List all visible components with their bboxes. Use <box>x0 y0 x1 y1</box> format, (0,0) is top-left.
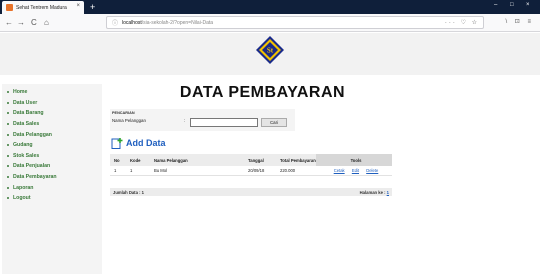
site-logo: St <box>256 36 284 64</box>
bullet-icon <box>7 144 9 147</box>
cell-nama: Bu Mol <box>150 166 244 176</box>
bullet-icon <box>7 186 9 189</box>
browser-tab-bar: Sehat Tentrem Madura × + – □ × <box>0 0 540 14</box>
bullet-icon <box>7 197 9 200</box>
table-row: 1 1 Bu Mol 20/09/18 220.000 Cetak Edit D… <box>110 166 392 176</box>
sidebar-item-label: Data Pembayaran <box>13 174 57 181</box>
bullet-icon <box>7 154 9 157</box>
new-tab-button[interactable]: + <box>90 1 95 13</box>
sidebar-item-label: Laporan <box>13 184 34 191</box>
cell-tanggal: 20/09/18 <box>244 166 276 176</box>
sidebar-item-data-pembayaran[interactable]: Data Pembayaran <box>2 172 102 183</box>
table-footer: Jumlah Data : 1 Halaman ke : 1 <box>110 188 392 196</box>
sidebar-item-data-sales[interactable]: Data Sales <box>2 119 102 130</box>
page-title: DATA PEMBAYARAN <box>179 84 346 101</box>
total-count: Jumlah Data : 1 <box>113 189 144 195</box>
toolbar-icons[interactable]: \ ⊡ ≡ <box>505 18 534 25</box>
search-label: Nama Pelanggan <box>112 118 146 123</box>
add-document-icon <box>111 138 123 149</box>
search-panel: PENCARIAN Nama Pelanggan : Cari <box>110 109 295 131</box>
column-header-no: No <box>110 154 126 166</box>
page-link[interactable]: 1 <box>387 190 389 195</box>
payment-table: No Kode Nama Pelanggan Tanggal Total Pem… <box>110 154 392 176</box>
url-path: /sia-sekolah-2/?open=Nilai-Data <box>141 19 214 26</box>
sidebar-item-label: Gudang <box>13 142 33 149</box>
cell-total: 220.000 <box>276 166 316 176</box>
sidebar-item-label: Logout <box>13 195 31 202</box>
bullet-icon <box>7 133 9 136</box>
edit-link[interactable]: Edit <box>352 168 359 173</box>
sidebar-item-data-pelanggan[interactable]: Data Pelanggan <box>2 129 102 140</box>
sidebar-item-label: Home <box>13 89 28 96</box>
pagination: Halaman ke : 1 <box>360 190 389 195</box>
sidebar-item-gudang[interactable]: Gudang <box>2 140 102 151</box>
sidebar-menu: Home Data User Data Barang Data Sales Da… <box>2 84 102 274</box>
tab-close-icon[interactable]: × <box>76 3 80 9</box>
sidebar-item-data-user[interactable]: Data User <box>2 98 102 109</box>
bullet-icon <box>7 112 9 115</box>
sidebar-item-label: Data Sales <box>13 121 40 128</box>
page-actions-icons[interactable]: ··· ♡ ☆ <box>445 19 479 26</box>
sidebar-item-data-barang[interactable]: Data Barang <box>2 108 102 119</box>
favicon-icon <box>6 4 13 11</box>
search-separator: : <box>184 118 186 123</box>
column-header-nama: Nama Pelanggan <box>150 154 244 166</box>
url-host: localhost <box>122 19 142 26</box>
add-data-button[interactable]: Add Data <box>111 137 166 149</box>
cetak-link[interactable]: Cetak <box>334 168 345 173</box>
address-bar[interactable]: ⓘ localhost /sia-sekolah-2/?open=Nilai-D… <box>106 16 484 29</box>
home-icon[interactable]: ⌂ <box>44 17 49 28</box>
main-content: DATA PEMBAYARAN PENCARIAN Nama Pelanggan… <box>110 84 535 196</box>
minimize-button[interactable]: – <box>494 2 497 8</box>
sidebar-item-logout[interactable]: Logout <box>2 193 102 204</box>
column-header-tanggal: Tanggal <box>244 154 276 166</box>
svg-text:St: St <box>267 47 274 55</box>
sidebar-item-label: Data Penjualan <box>13 163 51 170</box>
add-data-label: Add Data <box>126 138 166 148</box>
sidebar-item-label: Data User <box>13 99 38 106</box>
sidebar-item-data-penjualan[interactable]: Data Penjualan <box>2 161 102 172</box>
search-button[interactable]: Cari <box>261 118 287 127</box>
browser-nav-bar: ← → C ⌂ ⓘ localhost /sia-sekolah-2/?open… <box>0 14 540 32</box>
bullet-icon <box>7 176 9 179</box>
sidebar-item-label: Data Pelanggan <box>13 131 52 138</box>
cell-tools: Cetak Edit Delete <box>316 166 392 176</box>
sidebar-item-label: Data Barang <box>13 110 44 117</box>
bullet-icon <box>7 165 9 168</box>
search-input[interactable] <box>190 118 258 127</box>
cell-no: 1 <box>110 166 126 176</box>
bullet-icon <box>7 91 9 94</box>
bullet-icon <box>7 101 9 104</box>
reload-icon[interactable]: C <box>31 17 37 28</box>
table-header-row: No Kode Nama Pelanggan Tanggal Total Pem… <box>110 154 392 166</box>
pagination-label: Halaman ke : <box>359 189 386 195</box>
search-heading: PENCARIAN <box>112 111 135 115</box>
page-header: St <box>0 33 540 75</box>
bullet-icon <box>7 123 9 126</box>
sidebar-item-laporan[interactable]: Laporan <box>2 182 102 193</box>
sidebar-item-stok-sales[interactable]: Stok Sales <box>2 151 102 162</box>
maximize-button[interactable]: □ <box>510 2 514 8</box>
delete-link[interactable]: Delete <box>366 168 378 173</box>
column-header-kode: Kode <box>126 154 150 166</box>
cell-kode: 1 <box>126 166 150 176</box>
close-window-button[interactable]: × <box>526 2 530 8</box>
site-info-icon[interactable]: ⓘ <box>112 18 118 27</box>
forward-icon[interactable]: → <box>17 17 25 28</box>
sidebar-item-home[interactable]: Home <box>2 87 102 98</box>
search-row: Nama Pelanggan : <box>112 118 185 123</box>
column-header-total: Total Pembayaran <box>276 154 316 166</box>
column-header-tools: Tools <box>316 154 392 166</box>
back-icon[interactable]: ← <box>5 17 13 28</box>
browser-tab[interactable]: Sehat Tentrem Madura × <box>2 1 84 14</box>
tab-title: Sehat Tentrem Madura <box>16 4 67 11</box>
sidebar-item-label: Stok Sales <box>13 152 40 159</box>
